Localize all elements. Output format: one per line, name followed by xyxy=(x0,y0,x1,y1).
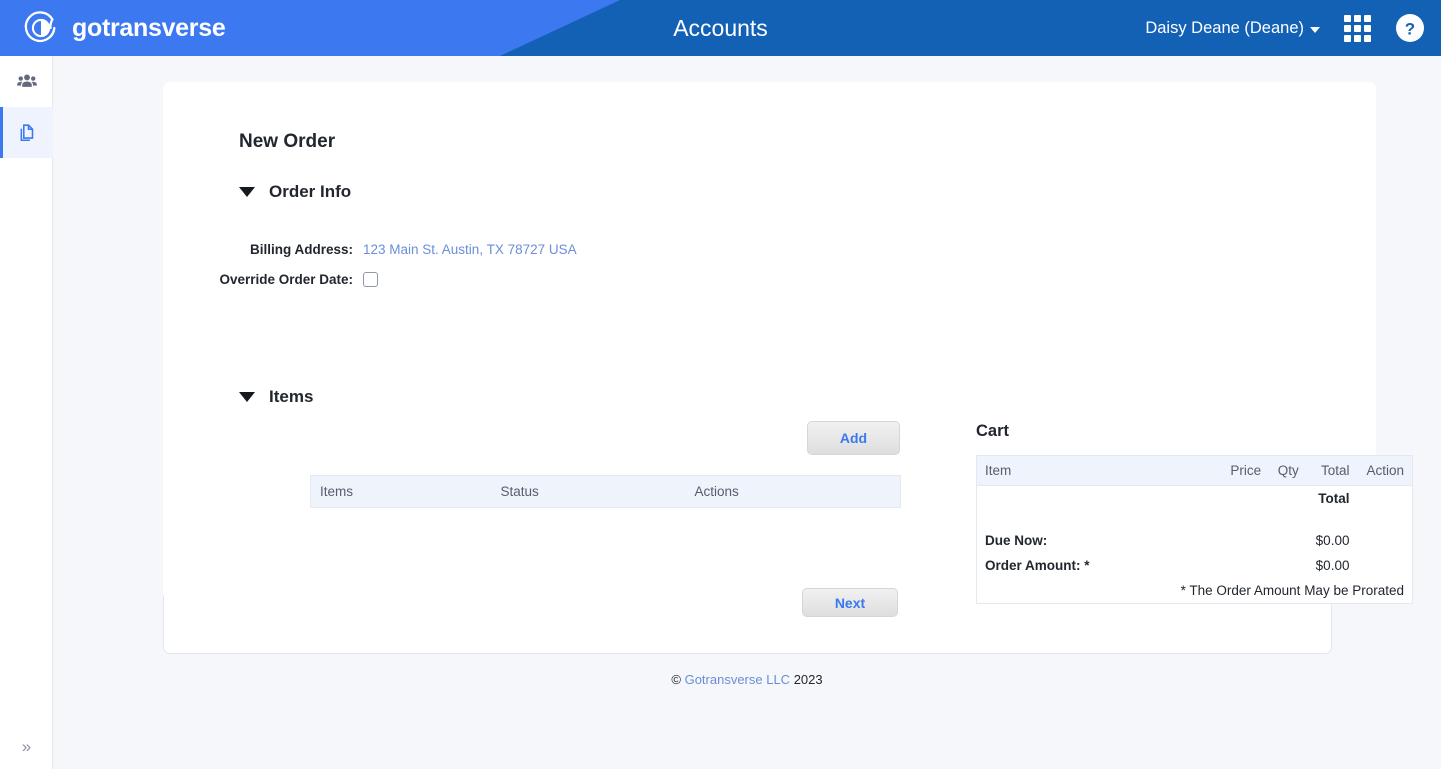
cart-column-item: Item xyxy=(976,455,1222,486)
users-group-icon xyxy=(16,73,37,87)
cart-table-header-row: Item Price Qty Total Action xyxy=(976,455,1413,486)
top-header-bar: gotransverse Accounts Daisy Deane (Deane… xyxy=(0,0,1441,56)
cart-order-amount-label: Order Amount: * xyxy=(985,558,1090,573)
cart-row-order-amount: Order Amount: * $0.00 xyxy=(977,553,1413,578)
brand-logo[interactable]: gotransverse xyxy=(22,8,226,48)
next-button[interactable]: Next xyxy=(802,588,898,617)
section-label-order-info: Order Info xyxy=(269,182,352,201)
cart-table: Item Price Qty Total Action Total Due No… xyxy=(976,455,1413,604)
items-column-items: Items xyxy=(310,475,492,508)
cart-column-action: Action xyxy=(1357,455,1413,486)
footer: © Gotransverse LLC 2023 xyxy=(53,672,1441,687)
cart-spacer-row xyxy=(977,511,1413,528)
cart-prorated-note: * The Order Amount May be Prorated xyxy=(1180,583,1404,598)
cart-order-amount-value: $0.00 xyxy=(1315,558,1350,573)
cart-column-total: Total xyxy=(1306,455,1358,486)
cart-due-now-label: Due Now: xyxy=(985,533,1048,548)
cart-due-now-value: $0.00 xyxy=(1315,533,1350,548)
cart-column-qty: Qty xyxy=(1269,455,1307,486)
add-item-button[interactable]: Add xyxy=(807,421,900,455)
footer-year: 2023 xyxy=(793,672,823,687)
cart-row-note: * The Order Amount May be Prorated xyxy=(977,578,1413,604)
sidebar-item-orders[interactable] xyxy=(0,107,53,158)
user-menu-button[interactable]: Daisy Deane (Deane) xyxy=(1145,19,1320,38)
brand-name: gotransverse xyxy=(72,13,226,42)
chevron-down-icon xyxy=(1310,26,1320,33)
cart-row-due-now: Due Now: $0.00 xyxy=(977,528,1413,553)
footer-copyright-symbol: © xyxy=(671,672,681,687)
grid-apps-icon[interactable] xyxy=(1344,14,1371,42)
left-sidebar: » xyxy=(0,56,53,769)
sidebar-expand-button[interactable]: » xyxy=(0,731,53,763)
user-menu-label: Daisy Deane (Deane) xyxy=(1145,18,1304,37)
triangle-down-icon xyxy=(239,392,255,402)
override-order-date-checkbox[interactable] xyxy=(363,272,378,287)
page-heading: New Order xyxy=(239,131,336,152)
header-actions: Daisy Deane (Deane) ? xyxy=(1145,0,1425,56)
triangle-down-icon xyxy=(239,187,255,197)
help-question-icon[interactable]: ? xyxy=(1395,13,1425,43)
svg-text:?: ? xyxy=(1405,20,1415,39)
footer-company-link[interactable]: Gotransverse LLC xyxy=(685,672,791,687)
cart-total-header: Total xyxy=(1318,491,1350,506)
file-copy-icon xyxy=(20,123,33,141)
gotransverse-circle-logo-icon xyxy=(24,11,56,43)
section-header-items[interactable]: Items xyxy=(239,387,313,407)
cart-total-header-row: Total xyxy=(977,486,1413,512)
items-table-header-row: Items Status Actions xyxy=(310,475,901,508)
form-row-override-order-date: Override Order Date: xyxy=(148,272,378,287)
form-row-billing-address: Billing Address: 123 Main St. Austin, TX… xyxy=(148,242,577,257)
override-order-date-label: Override Order Date: xyxy=(219,272,353,287)
sidebar-item-customers[interactable] xyxy=(0,56,53,107)
order-card-content: New Order Order Info Billing Address: 12… xyxy=(53,56,1413,628)
cart-table-body: Total Due Now: $0.00 Order Amount: * $0.… xyxy=(977,486,1413,604)
billing-address-label: Billing Address: xyxy=(249,242,353,257)
items-table: Items Status Actions xyxy=(310,475,901,508)
items-column-status: Status xyxy=(491,475,686,508)
billing-address-value[interactable]: 123 Main St. Austin, TX 78727 USA xyxy=(363,242,577,257)
cart-title: Cart xyxy=(976,422,1010,440)
section-header-order-info[interactable]: Order Info xyxy=(239,182,351,202)
main-stage: New Order Order Info Billing Address: 12… xyxy=(53,56,1441,769)
items-column-actions: Actions xyxy=(685,475,901,508)
section-label-items: Items xyxy=(269,387,314,406)
cart-column-price: Price xyxy=(1221,455,1270,486)
